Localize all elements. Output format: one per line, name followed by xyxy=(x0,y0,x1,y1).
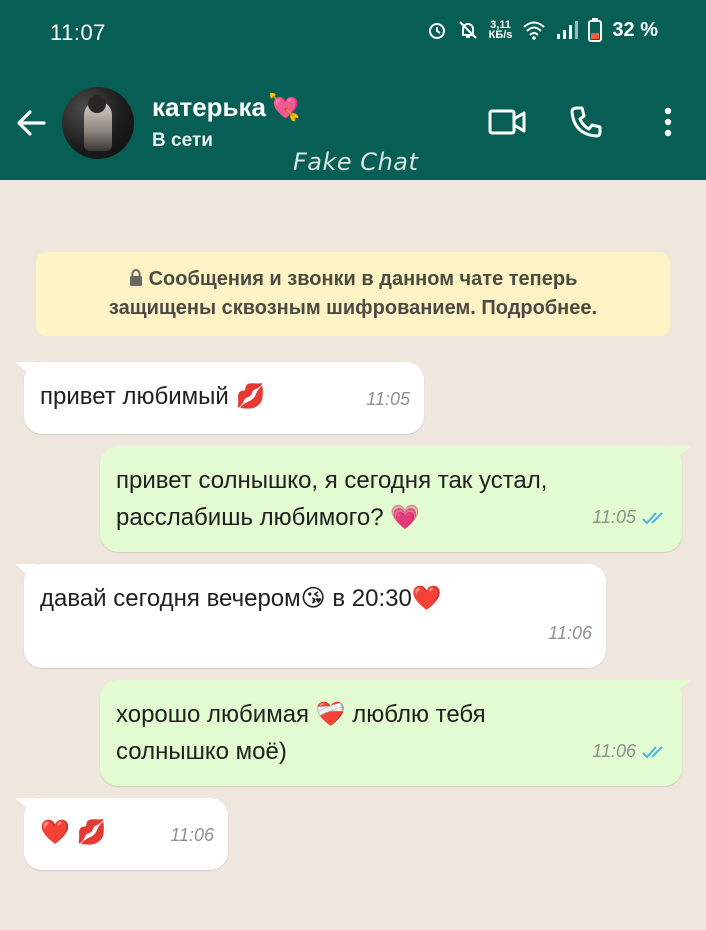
message-line-1: привет солнышко, я сегодня так устал, xyxy=(116,467,548,494)
message-time: 11:05 xyxy=(592,507,636,527)
message-line-2: расслабишь любимого? 💗 xyxy=(116,499,547,536)
avatar[interactable] xyxy=(62,87,134,159)
bubble-tail xyxy=(15,798,37,816)
alarm-icon xyxy=(428,23,445,39)
video-call-icon xyxy=(488,109,526,135)
message-time: 11:06 xyxy=(170,825,214,845)
message-line-1: хорошо любимая ❤️‍🩹 люблю тебя xyxy=(116,696,486,733)
watermark: Fake Chat xyxy=(293,148,419,176)
chat-header: катерька 💘 В сети Fake Chat xyxy=(0,68,706,180)
message-meta: 11:06 xyxy=(548,615,592,652)
avatar-head xyxy=(88,95,106,113)
message-time: 11:06 xyxy=(592,741,636,761)
encryption-notice-line-1: Сообщения и звонки в данном чате теперь xyxy=(36,265,670,294)
kissing-face-icon: 😘 xyxy=(300,584,326,612)
kiss-mark-icon: 💋 xyxy=(235,382,266,410)
video-call-button[interactable] xyxy=(483,98,531,146)
message-text: привет любимый 💋 xyxy=(40,378,265,415)
heart-arrow-icon: 💘 xyxy=(268,92,301,123)
voice-call-button[interactable] xyxy=(562,98,610,146)
bubble-tail xyxy=(15,362,37,380)
message-meta: 11:06 xyxy=(592,733,668,770)
more-options-button[interactable] xyxy=(644,98,692,146)
battery-percent: 32 % xyxy=(612,18,658,41)
sparkling-heart-icon: 💗 xyxy=(390,503,421,531)
read-ticks-icon xyxy=(642,511,663,524)
chat-area[interactable]: Сообщения и звонки в данном чате теперь … xyxy=(0,180,706,930)
message-text: привет солнышко, я сегодня так устал, ра… xyxy=(116,462,547,536)
red-heart-icon: ❤️ xyxy=(411,584,442,612)
contact-name[interactable]: катерька 💘 xyxy=(152,92,300,123)
phone-icon xyxy=(570,106,602,138)
message-text: давай сегодня вечером😘 в 20:30❤️ xyxy=(40,580,442,617)
message-meta: 11:05 xyxy=(592,499,668,536)
message-outgoing[interactable]: хорошо любимая ❤️‍🩹 люблю тебя солнышко … xyxy=(100,680,691,786)
back-button[interactable] xyxy=(14,106,48,140)
status-icons: 3,11 КБ/s 32 % xyxy=(427,18,658,42)
message-incoming[interactable]: давай сегодня вечером😘 в 20:30❤️ 11:06 xyxy=(15,564,606,668)
message-time: 11:06 xyxy=(548,623,592,643)
message-text-part: хорошо любимая xyxy=(116,701,310,728)
lock-icon xyxy=(129,269,142,286)
contact-name-text: катерька xyxy=(152,92,267,122)
message-outgoing[interactable]: привет солнышко, я сегодня так устал, ра… xyxy=(100,446,691,552)
encryption-notice-text-1: Сообщения и звонки в данном чате теперь xyxy=(148,268,578,290)
message-incoming[interactable]: привет любимый 💋 11:05 xyxy=(15,362,424,434)
message-incoming[interactable]: ❤️ 💋 11:06 xyxy=(15,798,228,870)
bubble-tail xyxy=(669,446,691,464)
message-time: 11:05 xyxy=(366,389,410,409)
message-text-part: привет любимый xyxy=(40,383,229,410)
more-vert-icon xyxy=(664,107,672,137)
mending-heart-icon: ❤️‍🩹 xyxy=(315,700,346,728)
network-speed: 3,11 КБ/s xyxy=(488,20,513,41)
message-text: хорошо любимая ❤️‍🩹 люблю тебя солнышко … xyxy=(116,696,486,770)
message-text-part: люблю тебя xyxy=(352,701,486,728)
bubble-tail xyxy=(669,680,691,698)
red-heart-icon: ❤️ xyxy=(40,818,70,846)
mute-icon xyxy=(458,21,477,39)
network-speed-unit: КБ/s xyxy=(488,29,513,41)
encryption-notice-line-2: защищены сквозным шифрованием. Подробнее… xyxy=(108,297,598,319)
kiss-mark-icon: 💋 xyxy=(76,818,107,846)
message-text-part: расслабишь любимого? xyxy=(116,504,384,531)
bubble-tail xyxy=(15,564,37,582)
back-arrow-icon xyxy=(17,110,46,136)
battery-icon xyxy=(588,18,603,42)
clock: 11:07 xyxy=(50,20,106,45)
message-text-part: давай сегодня вечером xyxy=(40,585,301,612)
message-meta: 11:05 xyxy=(366,381,410,418)
message-text: ❤️ 💋 xyxy=(40,814,106,851)
wifi-icon xyxy=(523,21,546,40)
signal-icon xyxy=(557,21,579,39)
message-meta: 11:06 xyxy=(170,817,214,854)
message-text-part: в 20:30 xyxy=(332,585,412,612)
contact-status: В сети xyxy=(152,130,213,151)
status-bar: 11:07 3,11 КБ/s 32 % xyxy=(0,0,706,68)
message-line-2: солнышко моё) xyxy=(116,738,287,765)
encryption-notice[interactable]: Сообщения и звонки в данном чате теперь … xyxy=(36,252,670,336)
read-ticks-icon xyxy=(642,745,663,758)
